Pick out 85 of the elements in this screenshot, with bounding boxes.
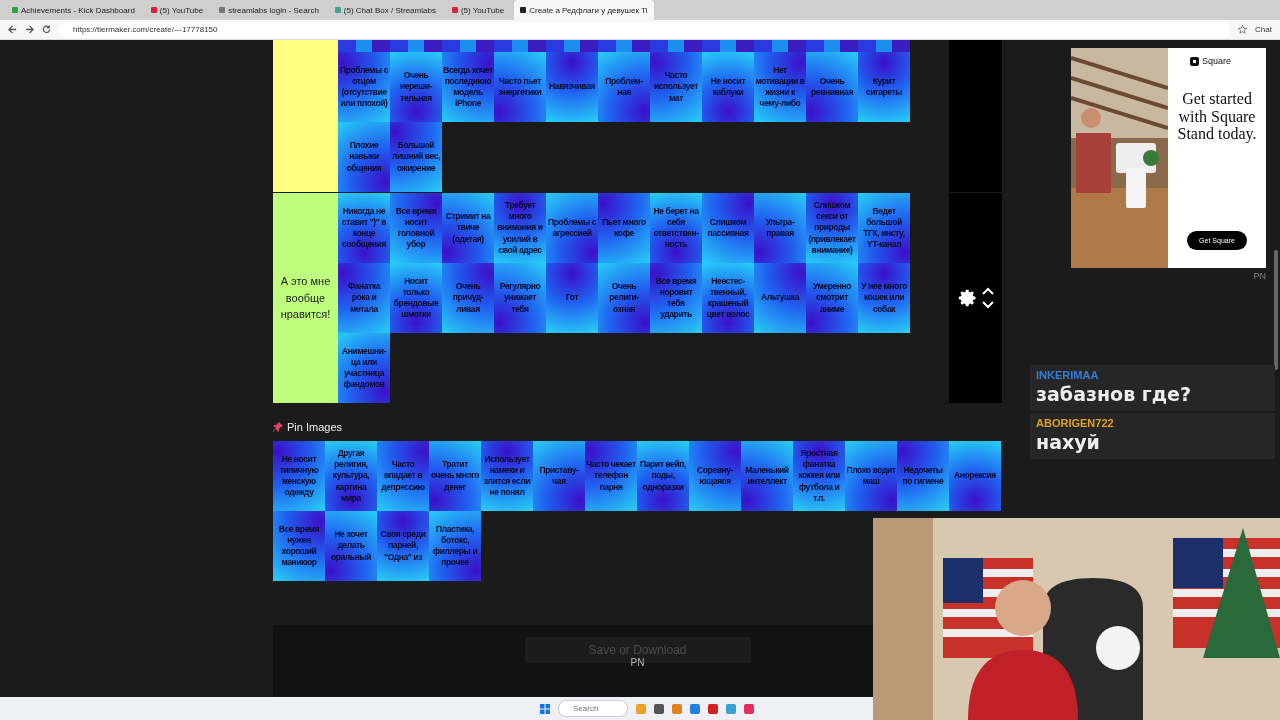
- forward-icon[interactable]: [25, 25, 34, 34]
- tier-item[interactable]: Не носит каблуки: [702, 52, 754, 122]
- address-field[interactable]: https://tiermaker.com/create/---17778150: [59, 21, 1231, 38]
- taskbar-app-icon[interactable]: [654, 703, 664, 714]
- tier-item[interactable]: Проблемы с отцом (отсутствие или плохой): [338, 52, 390, 122]
- tier-item[interactable]: Другая религия, культура, картина мира: [325, 441, 377, 511]
- tier-item[interactable]: Не носит типичную женскую одежду: [273, 441, 325, 511]
- chat-username: INKERIMAA: [1036, 369, 1100, 381]
- tier-item[interactable]: Регулярно унижает тебя: [494, 263, 546, 333]
- tier-item[interactable]: Альтушка: [754, 263, 806, 333]
- taskbar-app-icon[interactable]: [744, 703, 754, 714]
- tier-item[interactable]: Навязчивая: [546, 52, 598, 122]
- tier-item[interactable]: Плохо водит маш: [845, 441, 897, 511]
- tier-item[interactable]: Парит вейп, поды, одноразки: [637, 441, 689, 511]
- tier-label: А это мне вообще нравится!: [273, 193, 338, 403]
- tier-item[interactable]: Неестес-твенный, крашеный цвет волос: [702, 263, 754, 333]
- ad-brand: Square: [1190, 56, 1232, 66]
- tier-item[interactable]: Фанатка рока и метала: [338, 263, 390, 333]
- tier-item[interactable]: Анимешни-ца или участница фандомов: [338, 333, 390, 403]
- tier-item[interactable]: Пьет много кофе: [598, 193, 650, 263]
- tier-item[interactable]: Стримит на твиче (одетая): [442, 193, 494, 263]
- tier-item[interactable]: Своя среди парней, "Одна" из: [377, 511, 429, 581]
- chat-text: нахуй: [1036, 431, 1101, 453]
- chat-username: ABORIGEN722: [1036, 417, 1115, 429]
- tier-item[interactable]: Очень религи-озная: [598, 263, 650, 333]
- tier-item[interactable]: Все время носит головной убор: [390, 193, 442, 263]
- tier-item[interactable]: Всегда хочет последнюю модель iPhone: [442, 52, 494, 122]
- tier-item[interactable]: Маленький интеллект: [741, 441, 793, 511]
- section-title: Pin Images: [287, 421, 343, 433]
- tier-item[interactable]: Гот: [546, 263, 598, 333]
- browser-tab[interactable]: Create a Редфлаги у девушек Ti: [514, 0, 654, 20]
- tier-item[interactable]: Пластика, ботокс, филлеры и прочее: [429, 511, 481, 581]
- overlay-label: PN: [1253, 271, 1266, 281]
- tier-item[interactable]: Все время норовит тебя ударить: [650, 263, 702, 333]
- taskbar-app-icon[interactable]: [690, 703, 700, 714]
- tier-item[interactable]: Слишком пассивная: [702, 193, 754, 263]
- tier-item[interactable]: Носит только брендовые шмотки: [390, 263, 442, 333]
- tier-item[interactable]: Плохие навыки общения: [338, 122, 390, 192]
- chat-button[interactable]: Chat: [1255, 25, 1272, 34]
- tier-item[interactable]: Очень причуд-ливая: [442, 263, 494, 333]
- tier-item[interactable]: Слишком секси от природы (привлекает внимание): [806, 193, 858, 263]
- tier-item[interactable]: Часто использует мат: [650, 52, 702, 122]
- back-icon[interactable]: [8, 25, 17, 34]
- star-icon[interactable]: [1238, 25, 1248, 34]
- browser-tab[interactable]: Achievements - Kick Dashboard: [6, 2, 141, 18]
- search-field[interactable]: Search: [558, 700, 628, 717]
- tier-item[interactable]: Не хочет делать оральный: [325, 511, 377, 581]
- tier-item[interactable]: Недочеты по гигиене: [897, 441, 949, 511]
- scrollbar[interactable]: [1274, 250, 1278, 370]
- windows-icon[interactable]: [540, 703, 550, 714]
- tier-item[interactable]: Анорексия: [949, 441, 1001, 511]
- tier-item[interactable]: Часто пьет энергетики: [494, 52, 546, 122]
- browser-tab[interactable]: (5) YouTube: [144, 2, 210, 18]
- tier-item[interactable]: Приставу-чая: [533, 441, 585, 511]
- tier-item[interactable]: Ультра-правая: [754, 193, 806, 263]
- tier-item[interactable]: Использует намеки и злится если не понял: [481, 441, 533, 511]
- tier-item[interactable]: Очень нереши-тельная: [390, 52, 442, 122]
- browser-tab[interactable]: (5) YouTube: [445, 2, 511, 18]
- reload-icon[interactable]: [42, 25, 51, 34]
- chat-text: забазнов где?: [1036, 383, 1192, 405]
- tier-item[interactable]: Проблем-ная: [598, 52, 650, 122]
- tier-item[interactable]: Часто чекает телефон парня: [585, 441, 637, 511]
- tier-item[interactable]: Курит сигареты: [858, 52, 910, 122]
- tier-item[interactable]: Все время нужен хороший маникюр: [273, 511, 325, 581]
- tier-item[interactable]: Никогда не ставит ")" в конце сообщения: [338, 193, 390, 263]
- tier-item[interactable]: У нее много кошек или собак: [858, 263, 910, 333]
- ad-headline: Get started with Square Stand today.: [1176, 90, 1258, 143]
- tier-item[interactable]: Нет мотивации в жизни к чему-либо: [754, 52, 806, 122]
- pin-icon: [273, 422, 283, 432]
- tier-item[interactable]: Требует много внимания и усилий в свой адрес: [494, 193, 546, 263]
- tier-item[interactable]: Часто впадает в депрессию: [377, 441, 429, 511]
- settings-icon[interactable]: [957, 288, 978, 308]
- browser-tab[interactable]: (5) Chat Box / Streamlabs: [328, 2, 442, 18]
- tier-item[interactable]: Соревну-ющаяся: [689, 441, 741, 511]
- tier-item[interactable]: Ведет большой ТГК, инсту, YT-канал: [858, 193, 910, 263]
- tier-item[interactable]: Не берет на себя ответствен-ность: [650, 193, 702, 263]
- tier-item[interactable]: Яростная фанатка хоккея или футбола и т.п.: [793, 441, 845, 511]
- tier-item[interactable]: Большой лишний вес, ожирение: [390, 122, 442, 192]
- tier-item[interactable]: Очень ревнивная: [806, 52, 858, 122]
- tier-item[interactable]: Проблемы с агрессией: [546, 193, 598, 263]
- browser-tab[interactable]: streamlabs login - Search: [213, 2, 325, 18]
- logo-icon: [1190, 56, 1199, 66]
- tier-item[interactable]: Тратит очень много денег: [429, 441, 481, 511]
- taskbar-app-icon[interactable]: [708, 703, 718, 714]
- tier-item[interactable]: Умеренно смотрит аниме: [806, 263, 858, 333]
